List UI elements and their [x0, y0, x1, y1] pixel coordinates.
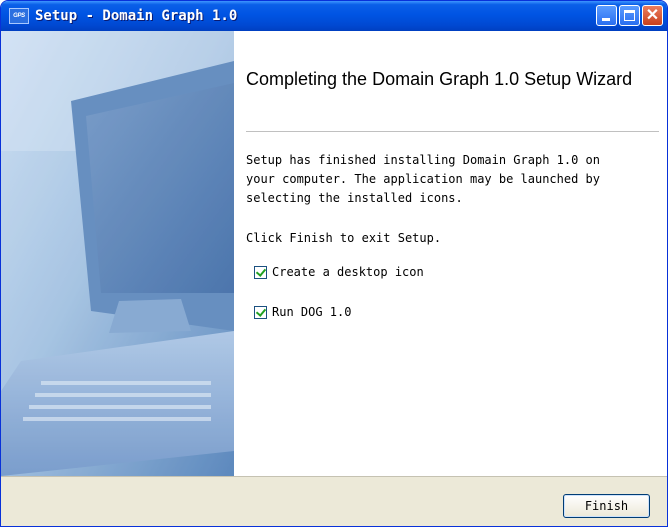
close-icon: ✕: [645, 7, 660, 24]
run-app-option[interactable]: Run DOG 1.0: [254, 305, 351, 319]
wizard-content: Completing the Domain Graph 1.0 Setup Wi…: [234, 31, 667, 476]
computer-monitor-illustration: [1, 31, 234, 476]
button-bar: Finish: [1, 476, 667, 526]
title-bar[interactable]: GPS Setup - Domain Graph 1.0 ✕: [1, 1, 667, 31]
checkmark-icon: [255, 305, 267, 317]
app-icon: GPS: [9, 8, 29, 24]
minimize-button[interactable]: [596, 5, 617, 26]
desktop-icon-label: Create a desktop icon: [272, 265, 424, 279]
desktop-icon-checkbox[interactable]: [254, 265, 267, 279]
minimize-icon: [602, 18, 610, 21]
run-app-label: Run DOG 1.0: [272, 305, 352, 319]
checkmark-icon: [255, 265, 267, 277]
setup-window: GPS Setup - Domain Graph 1.0 ✕ Completin…: [0, 0, 668, 527]
run-app-checkbox[interactable]: [254, 305, 267, 319]
wizard-description: Setup has finished installing Domain Gra…: [246, 153, 601, 205]
wizard-instruction: Click Finish to exit Setup.: [246, 231, 442, 245]
heading-divider: [246, 131, 659, 132]
close-button[interactable]: ✕: [642, 5, 663, 26]
window-title: Setup - Domain Graph 1.0: [35, 8, 238, 24]
maximize-icon: [624, 10, 635, 21]
finish-button[interactable]: Finish: [563, 494, 650, 518]
window-controls: ✕: [596, 5, 663, 26]
desktop-icon-option[interactable]: Create a desktop icon: [254, 265, 424, 279]
wizard-side-image: [1, 31, 234, 476]
maximize-button[interactable]: [619, 5, 640, 26]
wizard-heading: Completing the Domain Graph 1.0 Setup Wi…: [246, 69, 633, 89]
